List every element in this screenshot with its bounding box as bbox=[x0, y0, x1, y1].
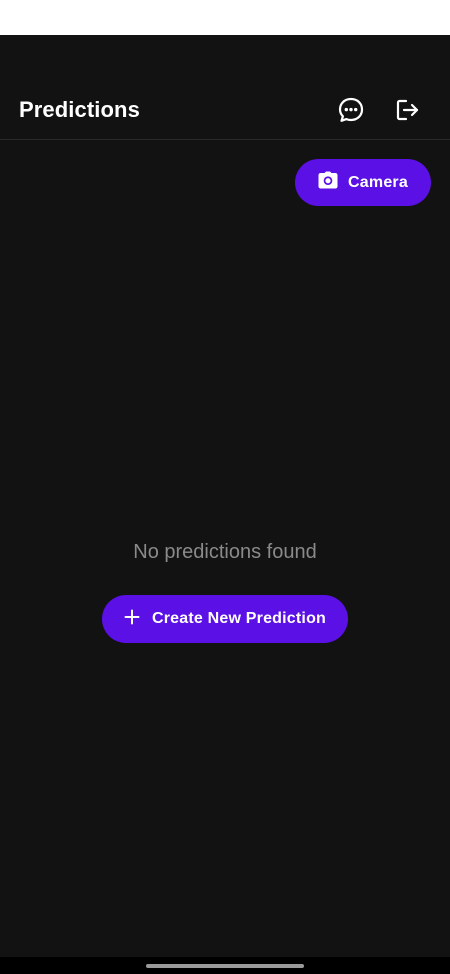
camera-button-label: Camera bbox=[348, 173, 408, 191]
camera-icon bbox=[318, 171, 338, 194]
create-new-prediction-label: Create New Prediction bbox=[151, 610, 327, 627]
app-bar-spacer bbox=[0, 35, 450, 85]
chat-button[interactable] bbox=[335, 96, 367, 128]
plus-icon bbox=[124, 609, 140, 630]
camera-button[interactable]: Camera bbox=[295, 159, 431, 206]
empty-state-message: No predictions found bbox=[133, 541, 317, 563]
logout-icon bbox=[393, 96, 421, 129]
page-title: Predictions bbox=[19, 97, 140, 122]
system-navigation-bar bbox=[0, 957, 450, 974]
status-bar bbox=[0, 0, 450, 35]
logout-button[interactable] bbox=[391, 96, 423, 128]
create-new-prediction-button[interactable]: Create New Prediction bbox=[102, 595, 348, 643]
app-header: Predictions bbox=[0, 85, 450, 140]
chat-bubble-dots-icon bbox=[337, 96, 365, 129]
home-indicator[interactable] bbox=[146, 964, 304, 968]
